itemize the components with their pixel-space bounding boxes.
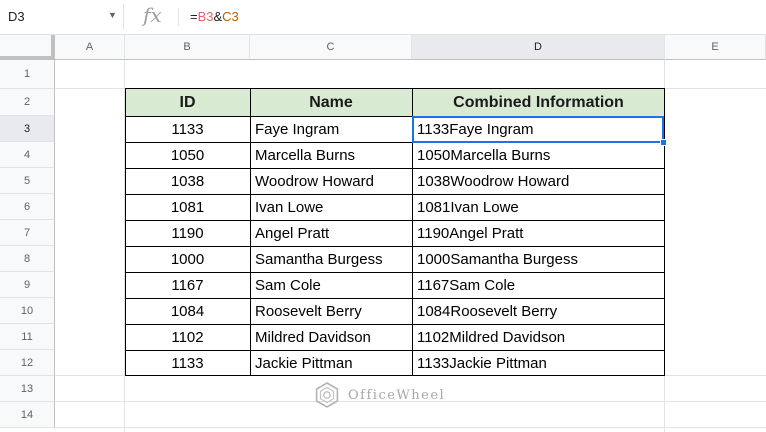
table-border (125, 220, 665, 221)
table-cell-combined[interactable]: 1084Roosevelt Berry (412, 298, 665, 324)
name-box[interactable]: D3 ▼ (0, 4, 124, 30)
table-cell-id[interactable]: 1084 (125, 298, 250, 324)
col-header-d[interactable]: D (412, 35, 665, 60)
table-border (125, 88, 665, 89)
row-header-4[interactable]: 4 (0, 142, 55, 168)
row-header-12[interactable]: 12 (0, 350, 55, 376)
row-header-7[interactable]: 7 (0, 220, 55, 246)
table-border (125, 298, 665, 299)
formula-prefix: = (190, 9, 198, 24)
table-header-combined[interactable]: Combined Information (412, 89, 665, 116)
table-cell-id[interactable]: 1190 (125, 220, 250, 246)
table-cell-id[interactable]: 1038 (125, 168, 250, 194)
active-cell-selection[interactable] (412, 116, 664, 143)
table-cell-combined[interactable]: 1081Ivan Lowe (412, 194, 665, 220)
table-cell-id[interactable]: 1050 (125, 142, 250, 168)
table-cell-combined[interactable]: 1050Marcella Burns (412, 142, 665, 168)
table-cell-combined[interactable]: 1167Sam Cole (412, 272, 665, 298)
name-box-value: D3 (8, 9, 25, 24)
table-border (125, 246, 665, 247)
table-border (125, 350, 665, 351)
table-border (125, 272, 665, 273)
table-cell-name[interactable]: Ivan Lowe (250, 194, 412, 220)
row-header-3[interactable]: 3 (0, 116, 55, 142)
gridline (55, 427, 766, 428)
table-cell-name[interactable]: Samantha Burgess (250, 246, 412, 272)
table-cell-name[interactable]: Roosevelt Berry (250, 298, 412, 324)
row-header-2[interactable]: 2 (0, 89, 55, 116)
table-border (125, 89, 126, 376)
col-header-b[interactable]: B (125, 35, 250, 60)
table-cell-combined[interactable]: 1000Samantha Burgess (412, 246, 665, 272)
table-border (664, 89, 665, 376)
table-cell-combined[interactable]: 1038Woodrow Howard (412, 168, 665, 194)
table-cell-name[interactable]: Woodrow Howard (250, 168, 412, 194)
formula-ref-b3: B3 (197, 9, 214, 24)
officewheel-logo-icon (315, 382, 339, 408)
table-cell-id[interactable]: 1167 (125, 272, 250, 298)
row-header-10[interactable]: 10 (0, 298, 55, 324)
caret-down-icon[interactable]: ▼ (108, 10, 117, 20)
formula-divider (178, 8, 179, 26)
fx-icon: fx (143, 3, 162, 27)
watermark-text: OfficeWheel (348, 387, 446, 403)
table-cell-name[interactable]: Sam Cole (250, 272, 412, 298)
formula-ref-c3: C3 (222, 9, 239, 24)
formula-operator: & (213, 9, 223, 24)
select-all-corner[interactable] (0, 35, 55, 60)
table-cell-name[interactable]: Faye Ingram (250, 116, 412, 142)
table-cell-combined[interactable]: 1190Angel Pratt (412, 220, 665, 246)
col-header-e[interactable]: E (665, 35, 766, 60)
row-header-9[interactable]: 9 (0, 272, 55, 298)
table-cell-combined[interactable]: 1133Jackie Pittman (412, 350, 665, 376)
formula-input[interactable]: =B3&C3 (190, 9, 239, 24)
col-header-a[interactable]: A (55, 35, 125, 60)
formula-bar: D3 ▼ fx =B3&C3 (0, 0, 766, 35)
table-border (125, 375, 665, 376)
table-header-id[interactable]: ID (125, 89, 250, 116)
table-cell-id[interactable]: 1102 (125, 324, 250, 350)
col-header-c[interactable]: C (250, 35, 412, 60)
row-header-11[interactable]: 11 (0, 324, 55, 350)
table-header-name[interactable]: Name (250, 89, 412, 116)
watermark-logo: OfficeWheel (314, 382, 445, 408)
row-header-8[interactable]: 8 (0, 246, 55, 272)
table-border (125, 324, 665, 325)
table-border (250, 89, 251, 376)
table-cell-id[interactable]: 1133 (125, 350, 250, 376)
row-header-14[interactable]: 14 (0, 402, 55, 428)
table-border (125, 168, 665, 169)
row-header-5[interactable]: 5 (0, 168, 55, 194)
table-cell-id[interactable]: 1133 (125, 116, 250, 142)
row-header-1[interactable]: 1 (0, 60, 55, 89)
table-cell-id[interactable]: 1000 (125, 246, 250, 272)
row-header-6[interactable]: 6 (0, 194, 55, 220)
table-cell-name[interactable]: Mildred Davidson (250, 324, 412, 350)
table-cell-name[interactable]: Jackie Pittman (250, 350, 412, 376)
table-border (125, 194, 665, 195)
table-cell-combined[interactable]: 1102Mildred Davidson (412, 324, 665, 350)
table-cell-id[interactable]: 1081 (125, 194, 250, 220)
row-header-13[interactable]: 13 (0, 376, 55, 402)
table-cell-name[interactable]: Marcella Burns (250, 142, 412, 168)
table-cell-name[interactable]: Angel Pratt (250, 220, 412, 246)
fill-handle[interactable] (660, 139, 667, 146)
